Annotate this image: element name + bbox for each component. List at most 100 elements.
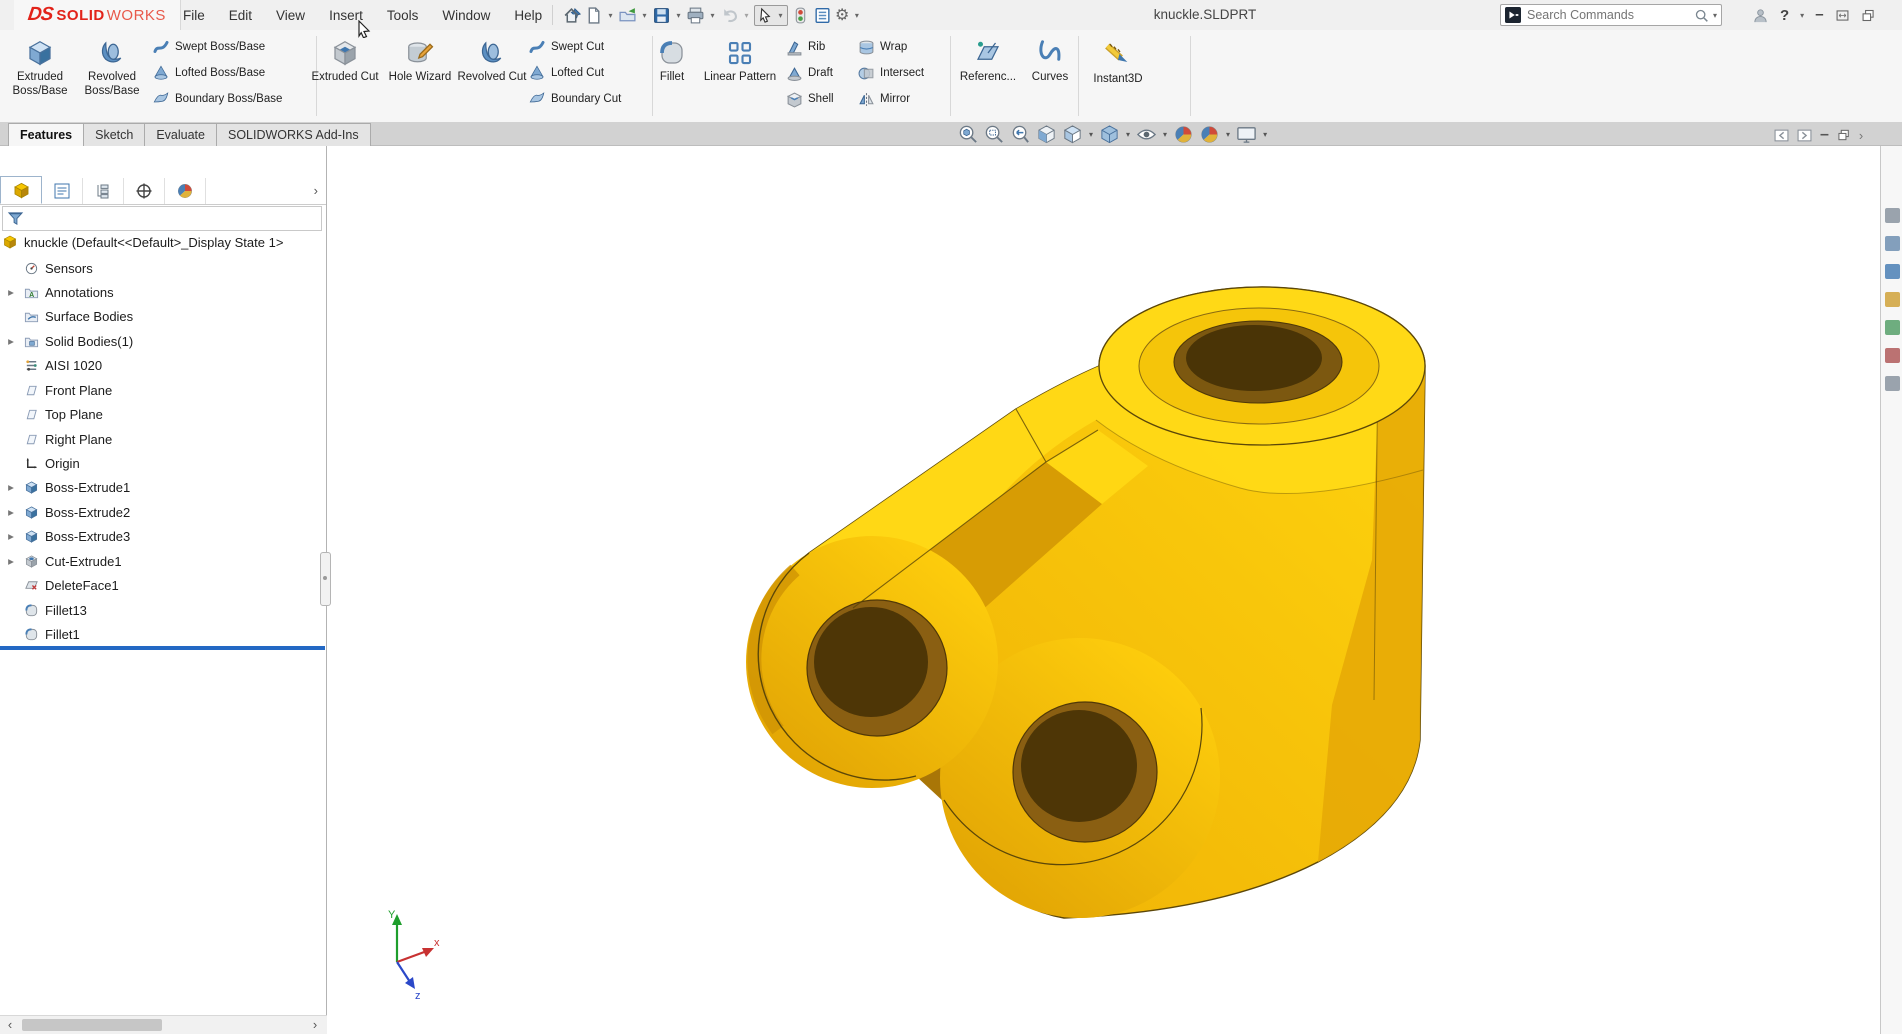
pane-next-icon[interactable]	[1797, 128, 1812, 143]
user-account-icon[interactable]	[1752, 7, 1769, 24]
graphics-area[interactable]: Y x z	[327, 146, 1880, 1034]
minimize-button[interactable]: –	[1815, 10, 1823, 20]
curves-button[interactable]: Curves	[1012, 36, 1088, 84]
tree-item-sensors[interactable]: Sensors	[0, 257, 326, 279]
task-pane-tab-icon[interactable]	[1885, 348, 1900, 363]
search-input[interactable]	[1525, 7, 1690, 23]
swept-cut-button[interactable]: Swept Cut	[528, 37, 604, 57]
draft-button[interactable]: Draft	[786, 63, 833, 83]
undo-dropdown[interactable]: ▾	[742, 11, 751, 20]
expand-arrow[interactable]: ▶	[6, 557, 16, 566]
new-dropdown[interactable]: ▾	[606, 11, 615, 20]
home-button[interactable]	[562, 6, 581, 25]
tree-filter-bar[interactable]	[2, 206, 322, 231]
scrollbar-thumb[interactable]	[22, 1019, 162, 1031]
tree-item-annotations[interactable]: ▶Annotations	[0, 281, 326, 303]
search-dropdown[interactable]: ▾	[1713, 11, 1717, 20]
swept-boss-base-button[interactable]: Swept Boss/Base	[152, 37, 265, 57]
expand-arrow[interactable]: ▶	[6, 483, 16, 492]
task-pane-tab-icon[interactable]	[1885, 376, 1900, 391]
extruded-boss-base-button[interactable]: Extruded Boss/Base	[2, 36, 78, 98]
save-dropdown[interactable]: ▾	[674, 11, 683, 20]
print-button[interactable]	[686, 6, 705, 25]
previous-view-icon[interactable]	[1010, 124, 1031, 145]
tab-sketch[interactable]: Sketch	[84, 123, 145, 147]
options-dropdown[interactable]: ▾	[852, 11, 861, 20]
revolved-boss-base-button[interactable]: Revolved Boss/Base	[74, 36, 150, 98]
menu-edit[interactable]: Edit	[229, 8, 252, 23]
display-style-dropdown[interactable]: ▾	[1126, 130, 1130, 139]
menu-tools[interactable]: Tools	[387, 8, 419, 23]
panel-splitter-handle[interactable]	[320, 552, 331, 606]
display-style-icon[interactable]	[1099, 124, 1120, 145]
help-button[interactable]: ?	[1780, 7, 1789, 24]
task-pane-tab-icon[interactable]	[1885, 292, 1900, 307]
linear-pattern-button[interactable]: Linear Pattern	[696, 36, 784, 84]
minimize-pane-icon[interactable]: –	[1820, 126, 1829, 144]
pane-overflow-icon[interactable]: ›	[1859, 128, 1863, 143]
file-properties-button[interactable]	[813, 6, 832, 25]
view-settings-icon[interactable]	[1236, 124, 1257, 145]
open-dropdown[interactable]: ▾	[640, 11, 649, 20]
save-button[interactable]	[652, 6, 671, 25]
restore-button[interactable]	[1835, 8, 1850, 23]
view-orientation-dropdown[interactable]: ▾	[1089, 130, 1093, 139]
panel-expand-chevron[interactable]: ›	[314, 183, 318, 198]
zoom-to-area-icon[interactable]	[984, 124, 1005, 145]
tree-root-knuckle[interactable]: knuckle (Default<<Default>_Display State…	[0, 231, 326, 253]
tree-item-cut-extrude1[interactable]: ▶Cut-Extrude1	[0, 550, 326, 572]
boundary-cut-button[interactable]: Boundary Cut	[528, 89, 621, 109]
tree-item-front-plane[interactable]: Front Plane	[0, 379, 326, 401]
tree-item-boss-extrude3[interactable]: ▶Boss-Extrude3	[0, 525, 326, 547]
rollback-bar[interactable]	[0, 646, 325, 650]
search-magnifier-icon[interactable]	[1694, 8, 1709, 23]
lofted-cut-button[interactable]: Lofted Cut	[528, 63, 604, 83]
extruded-cut-button[interactable]: Extruded Cut	[307, 36, 383, 84]
view-settings-dropdown[interactable]: ▾	[1263, 130, 1267, 139]
instant3d-button[interactable]: Instant3D	[1080, 36, 1156, 86]
select-tool-button[interactable]: ▾	[754, 5, 788, 26]
boundary-boss-base-button[interactable]: Boundary Boss/Base	[152, 89, 282, 109]
tab-propertymanager[interactable]	[42, 178, 83, 204]
tree-item-origin[interactable]: Origin	[0, 452, 326, 474]
tree-item-boss-extrude1[interactable]: ▶Boss-Extrude1	[0, 476, 326, 498]
expand-arrow[interactable]: ▶	[6, 532, 16, 541]
options-gear-button[interactable]: ⚙	[835, 5, 849, 25]
edit-appearance-icon[interactable]	[1173, 124, 1194, 145]
task-pane-tab-icon[interactable]	[1885, 208, 1900, 223]
revolved-cut-button[interactable]: Revolved Cut	[454, 36, 530, 84]
view-orientation-icon[interactable]	[1062, 124, 1083, 145]
restore-pane-icon[interactable]	[1837, 128, 1851, 142]
scroll-right-button[interactable]: ›	[305, 1016, 325, 1034]
menu-window[interactable]: Window	[442, 8, 490, 23]
print-dropdown[interactable]: ▾	[708, 11, 717, 20]
tab-solidworks-add-ins[interactable]: SOLIDWORKS Add-Ins	[217, 123, 371, 147]
pane-previous-icon[interactable]	[1774, 128, 1789, 143]
tree-item-fillet1[interactable]: Fillet1	[0, 623, 326, 645]
tab-features[interactable]: Features	[8, 123, 84, 147]
apply-scene-icon[interactable]	[1199, 124, 1220, 145]
menu-help[interactable]: Help	[514, 8, 542, 23]
help-dropdown[interactable]: ▾	[1800, 11, 1804, 20]
mirror-button[interactable]: Mirror	[858, 89, 910, 109]
section-view-icon[interactable]	[1036, 124, 1057, 145]
menu-view[interactable]: View	[276, 8, 305, 23]
tree-item-right-plane[interactable]: Right Plane	[0, 428, 326, 450]
expand-arrow[interactable]: ▶	[6, 508, 16, 517]
tree-item-fillet13[interactable]: Fillet13	[0, 599, 326, 621]
menu-file[interactable]: File	[183, 8, 205, 23]
tab-configurationmanager[interactable]	[83, 178, 124, 204]
rib-button[interactable]: Rib	[786, 37, 825, 57]
tree-item-material[interactable]: AISI 1020	[0, 354, 326, 376]
tree-item-surface-bodies[interactable]: Surface Bodies	[0, 305, 326, 327]
tab-evaluate[interactable]: Evaluate	[145, 123, 217, 147]
wrap-button[interactable]: Wrap	[858, 37, 907, 57]
tab-dimxpertmanager[interactable]	[124, 178, 165, 204]
scroll-left-button[interactable]: ‹	[0, 1016, 20, 1034]
intersect-button[interactable]: Intersect	[858, 63, 924, 83]
new-document-button[interactable]	[584, 6, 603, 25]
task-pane-tab-icon[interactable]	[1885, 236, 1900, 251]
hole-wizard-button[interactable]: Hole Wizard	[378, 36, 462, 84]
tab-featuremanager-design-tree[interactable]	[0, 176, 42, 204]
undo-button[interactable]	[720, 6, 739, 25]
